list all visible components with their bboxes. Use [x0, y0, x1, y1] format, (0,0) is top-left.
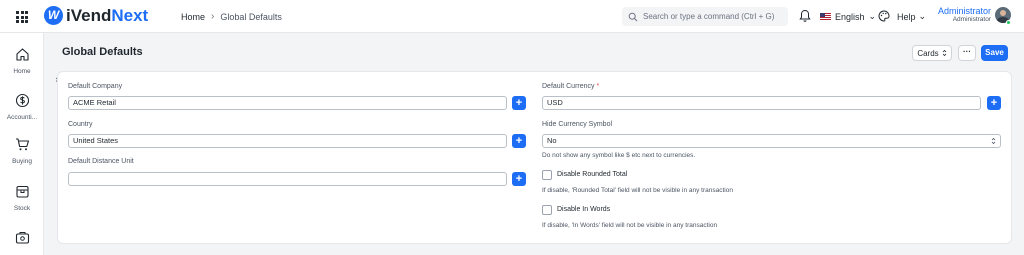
- cards-view-button[interactable]: Cards: [912, 45, 952, 61]
- search-input[interactable]: [643, 12, 783, 21]
- add-company-button[interactable]: +: [512, 96, 526, 110]
- default-currency-field[interactable]: USD: [542, 96, 981, 110]
- page-title: Global Defaults: [62, 46, 143, 58]
- sidebar: Home Accounti... Buying Stock: [0, 33, 44, 255]
- required-mark: *: [596, 83, 600, 90]
- country-label: Country: [68, 121, 93, 128]
- default-company-field[interactable]: ACME Retail: [68, 96, 507, 110]
- disable-rounded-total-checkbox[interactable]: [542, 170, 552, 180]
- online-status-icon: [1006, 20, 1011, 25]
- dollar-icon: [15, 93, 29, 108]
- language-selector[interactable]: English ⌄: [820, 11, 876, 22]
- default-distance-unit-label: Default Distance Unit: [68, 158, 134, 165]
- breadcrumb-current[interactable]: Global Defaults: [220, 12, 282, 22]
- sidebar-item-home[interactable]: Home: [0, 47, 44, 75]
- hide-currency-symbol-description: Do not show any symbol like $ etc next t…: [542, 152, 696, 159]
- sidebar-item-label: Home: [13, 68, 31, 75]
- sort-arrows-icon: [942, 49, 946, 57]
- sidebar-item-buying[interactable]: Buying: [0, 137, 44, 165]
- sidebar-item-stock[interactable]: Stock: [0, 184, 44, 212]
- sort-arrows-icon: [991, 137, 996, 145]
- default-currency-label: Default Currency *: [542, 83, 600, 90]
- app-logo[interactable]: iVendNext: [66, 6, 148, 26]
- us-flag-icon: [820, 12, 831, 21]
- breadcrumb-home[interactable]: Home: [181, 12, 205, 22]
- hide-currency-symbol-label: Hide Currency Symbol: [542, 121, 613, 128]
- country-field[interactable]: United States: [68, 134, 507, 148]
- sidebar-item-label: Buying: [12, 158, 32, 165]
- cards-label: Cards: [917, 48, 939, 58]
- default-distance-unit-field[interactable]: [68, 172, 507, 186]
- sidebar-item-retail[interactable]: [0, 230, 44, 245]
- save-button[interactable]: Save: [981, 45, 1008, 61]
- more-actions-button[interactable]: ···: [958, 45, 976, 61]
- search-icon: [628, 12, 638, 21]
- disable-rounded-total-description: If disable, 'Rounded Total' field will n…: [542, 187, 733, 194]
- logo-icon[interactable]: W: [44, 6, 63, 25]
- chevron-down-icon: ⌄: [868, 11, 877, 21]
- app-grid-icon[interactable]: [16, 11, 28, 23]
- sidebar-item-accounting[interactable]: Accounti...: [0, 93, 44, 121]
- add-distance-unit-button[interactable]: +: [512, 172, 526, 186]
- disable-in-words-label[interactable]: Disable In Words: [557, 206, 610, 213]
- bell-icon[interactable]: [799, 9, 811, 23]
- sidebar-item-label: Stock: [13, 205, 31, 212]
- palette-icon[interactable]: [878, 10, 890, 22]
- box-icon: [15, 185, 29, 198]
- sidebar-item-label: Accounti...: [6, 114, 38, 121]
- add-country-button[interactable]: +: [512, 134, 526, 148]
- default-company-label: Default Company: [68, 83, 123, 90]
- home-icon: [15, 48, 29, 61]
- breadcrumb: Home › Global Defaults: [181, 11, 282, 22]
- cart-icon: [15, 138, 29, 151]
- disable-rounded-total-label[interactable]: Disable Rounded Total: [557, 171, 627, 178]
- top-navbar: W iVendNext Home › Global Defaults Engli…: [0, 0, 1024, 33]
- language-label: English: [835, 11, 865, 22]
- chevron-right-icon: ›: [211, 11, 215, 22]
- help-menu[interactable]: Help ⌄: [897, 11, 926, 22]
- chevron-down-icon: ⌄: [918, 11, 927, 21]
- hide-currency-symbol-select[interactable]: No: [542, 134, 1001, 148]
- disable-in-words-description: If disable, 'In Words' field will not be…: [542, 222, 718, 229]
- disable-in-words-checkbox[interactable]: [542, 205, 552, 215]
- help-label: Help: [897, 11, 916, 22]
- search-bar[interactable]: [622, 7, 788, 26]
- select-value: No: [547, 136, 557, 145]
- add-currency-button[interactable]: +: [987, 96, 1001, 110]
- user-role: Administrator: [952, 16, 991, 23]
- register-icon: [15, 232, 29, 244]
